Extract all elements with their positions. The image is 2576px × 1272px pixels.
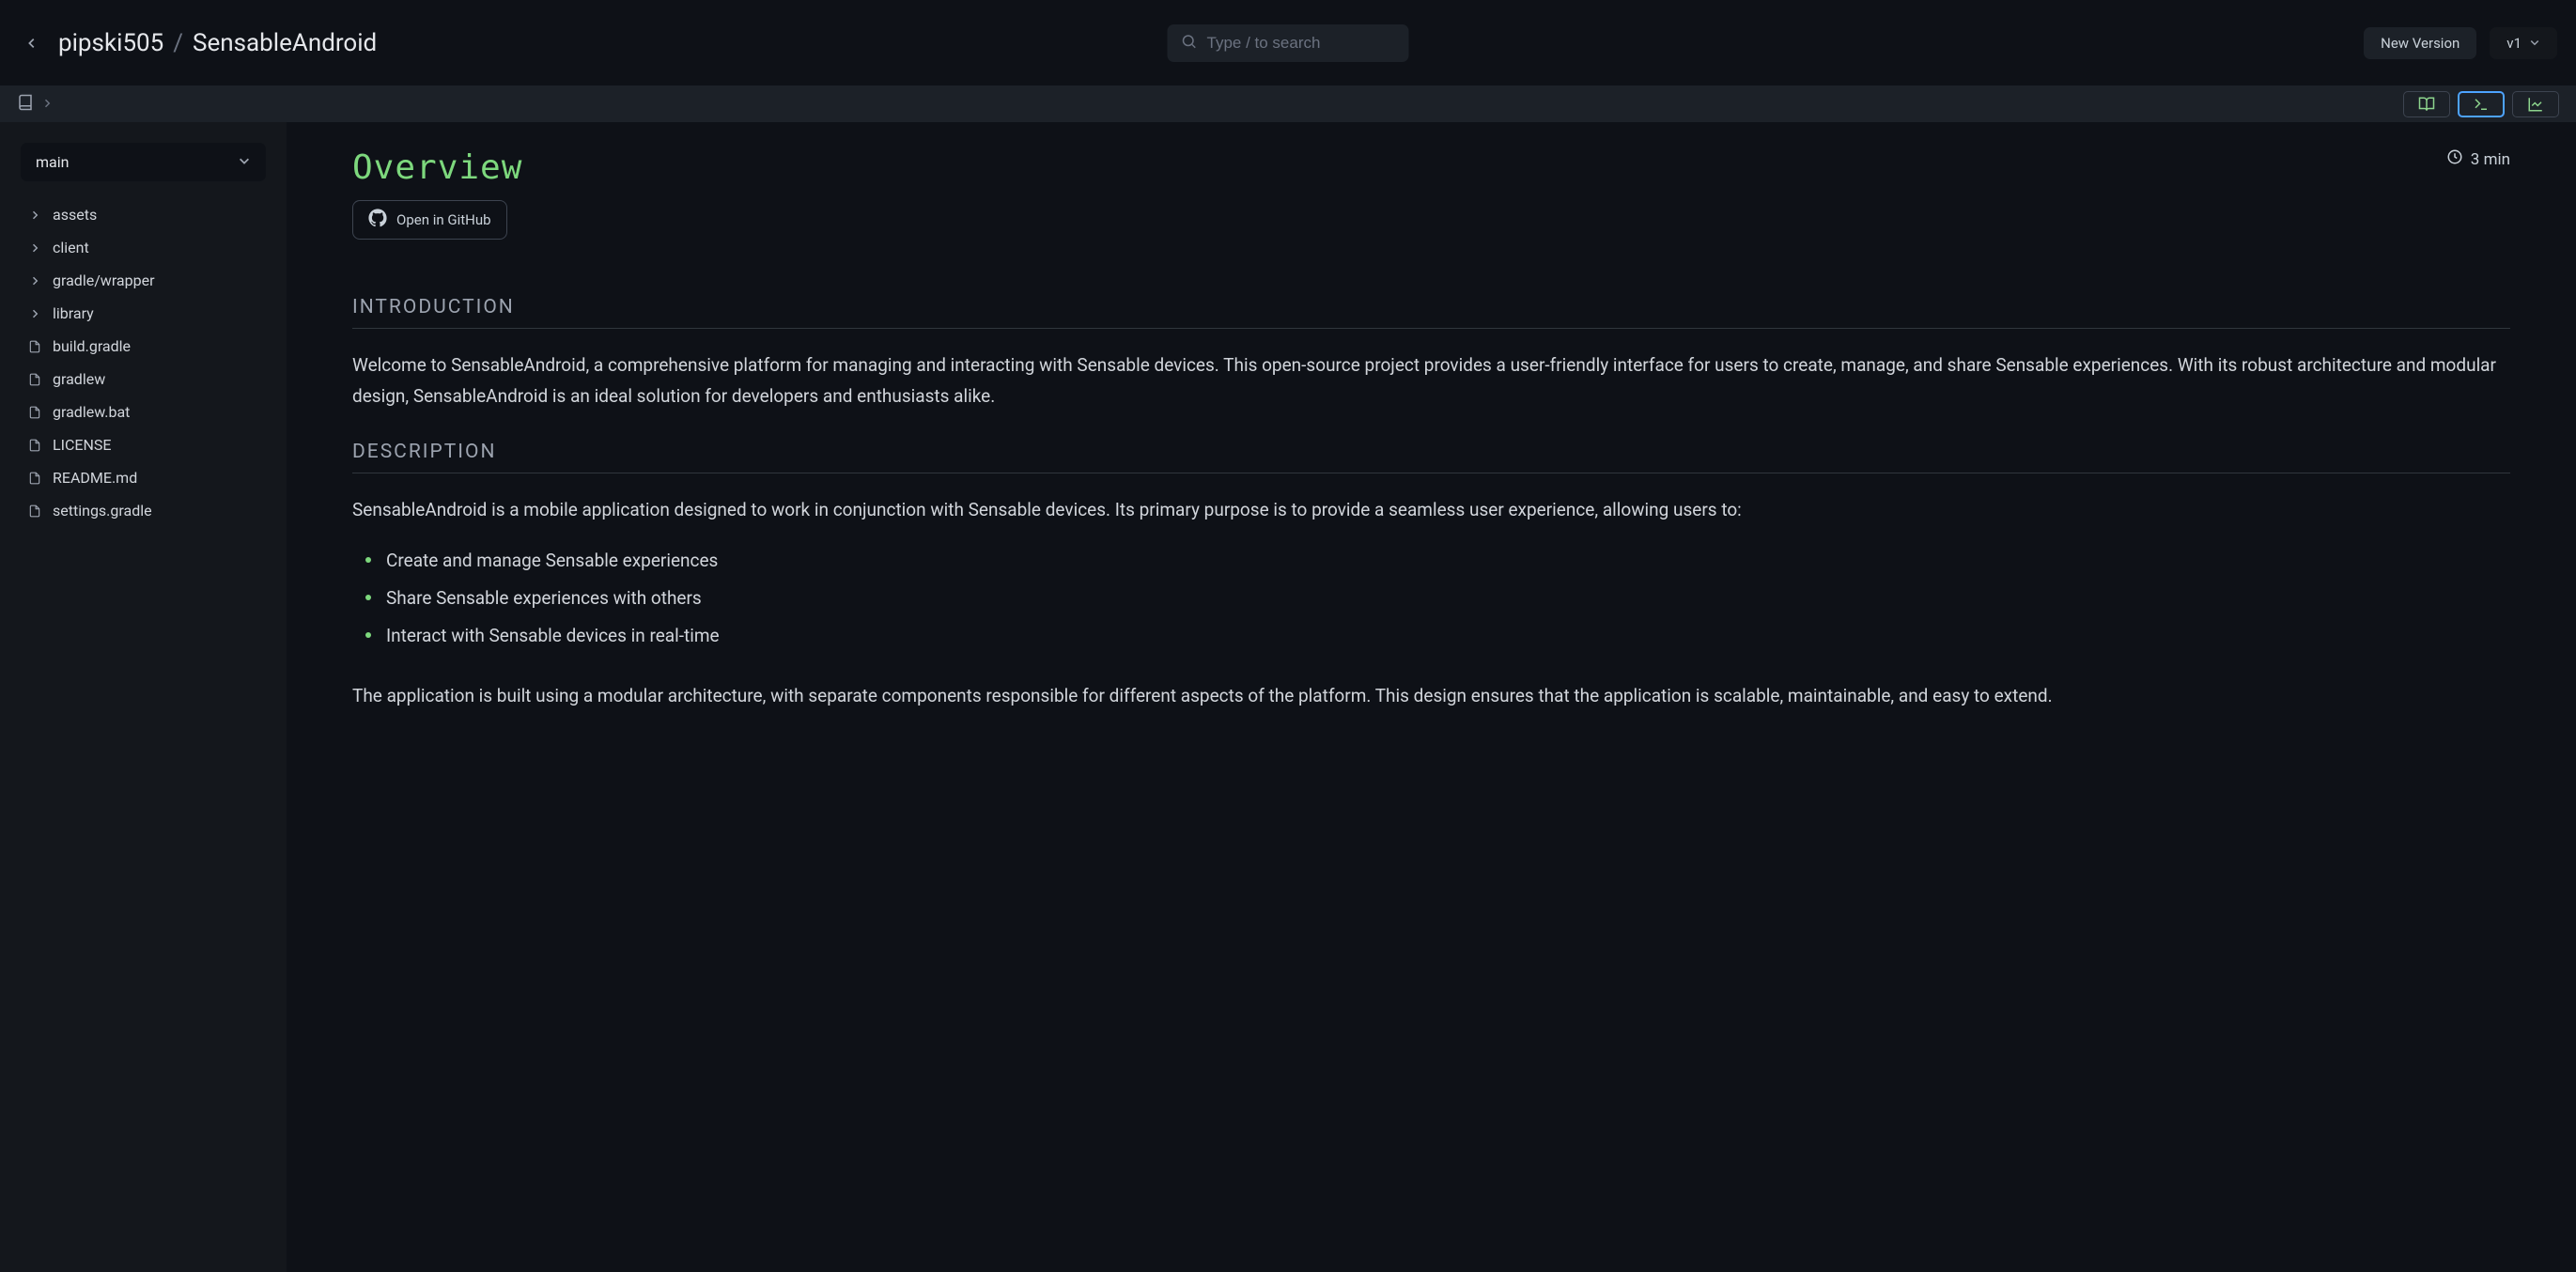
tree-folder[interactable]: client (21, 231, 266, 264)
tree-item-label: gradle/wrapper (53, 271, 155, 289)
tree-file[interactable]: gradlew (21, 363, 266, 396)
section-heading-description: DESCRIPTION (352, 441, 2510, 473)
tree-folder[interactable]: gradle/wrapper (21, 264, 266, 297)
clock-icon (2446, 148, 2463, 170)
tree-file[interactable]: build.gradle (21, 330, 266, 363)
chevron-right-icon (26, 242, 43, 254)
github-icon (368, 209, 387, 231)
view-analytics-tab[interactable] (2512, 91, 2559, 117)
chevron-left-icon (25, 37, 39, 50)
description-intro: SensableAndroid is a mobile application … (352, 494, 2510, 525)
tree-file[interactable]: LICENSE (21, 428, 266, 461)
tree-item-label: client (53, 239, 89, 256)
new-version-label: New Version (2381, 35, 2460, 52)
chevron-right-icon (26, 209, 43, 221)
file-icon (26, 373, 43, 386)
file-icon (26, 340, 43, 353)
tree-item-label: gradlew (53, 370, 105, 388)
view-terminal-tab[interactable] (2458, 91, 2505, 117)
description-body2: The application is built using a modular… (352, 680, 2510, 711)
list-item: Create and manage Sensable experiences (365, 542, 2510, 580)
chevron-right-icon (26, 308, 43, 319)
description-bullets: Create and manage Sensable experiencesSh… (365, 542, 2510, 656)
version-selector[interactable]: v1 (2490, 27, 2557, 59)
list-item: Share Sensable experiences with others (365, 580, 2510, 617)
search-box[interactable] (1168, 24, 1409, 62)
intro-paragraph: Welcome to SensableAndroid, a comprehens… (352, 349, 2510, 412)
tree-file[interactable]: gradlew.bat (21, 396, 266, 428)
tree-file[interactable]: settings.gradle (21, 494, 266, 527)
tree-item-label: assets (53, 206, 97, 224)
new-version-button[interactable]: New Version (2364, 27, 2476, 59)
file-icon (26, 472, 43, 485)
chevron-down-icon (2529, 35, 2540, 52)
breadcrumb: pipski505 / SensableAndroid (58, 29, 377, 57)
content-area: Overview 3 min Open in GitHub INTRODUCTI… (287, 122, 2576, 1272)
subbar (0, 85, 2576, 122)
list-item: Interact with Sensable devices in real-t… (365, 617, 2510, 655)
tree-item-label: LICENSE (53, 436, 111, 454)
file-icon (26, 439, 43, 452)
search-input[interactable] (1207, 34, 1396, 53)
file-tree: assets client gradle/wrapper library build.g… (21, 198, 266, 527)
sidebar: main assets client gradle/wrapper library bu… (0, 122, 287, 1272)
open-in-github-label: Open in GitHub (396, 211, 491, 228)
chevron-right-icon (26, 275, 43, 287)
tree-item-label: gradlew.bat (53, 403, 130, 421)
tree-file[interactable]: README.md (21, 461, 266, 494)
breadcrumb-repo[interactable]: SensableAndroid (193, 29, 377, 57)
page-title: Overview (352, 148, 522, 187)
file-icon (26, 406, 43, 419)
open-in-github-button[interactable]: Open in GitHub (352, 200, 507, 240)
repo-icon (17, 94, 34, 115)
read-time: 3 min (2446, 148, 2510, 170)
read-time-label: 3 min (2471, 150, 2510, 169)
tree-item-label: README.md (53, 469, 137, 487)
breadcrumb-owner[interactable]: pipski505 (58, 29, 163, 57)
section-heading-introduction: INTRODUCTION (352, 296, 2510, 329)
back-button[interactable] (19, 30, 45, 56)
version-label: v1 (2506, 35, 2522, 52)
tree-folder[interactable]: library (21, 297, 266, 330)
tree-folder[interactable]: assets (21, 198, 266, 231)
tree-item-label: library (53, 304, 94, 322)
tree-item-label: settings.gradle (53, 502, 152, 520)
file-icon (26, 504, 43, 518)
search-icon (1181, 33, 1198, 54)
view-docs-tab[interactable] (2403, 91, 2450, 117)
chevron-right-icon (41, 95, 53, 113)
breadcrumb-sep: / (173, 29, 183, 57)
chevron-down-icon (238, 153, 251, 171)
topbar: pipski505 / SensableAndroid New Version … (0, 0, 2576, 85)
tree-item-label: build.gradle (53, 337, 131, 355)
branch-selector[interactable]: main (21, 143, 266, 181)
branch-name: main (36, 153, 69, 171)
